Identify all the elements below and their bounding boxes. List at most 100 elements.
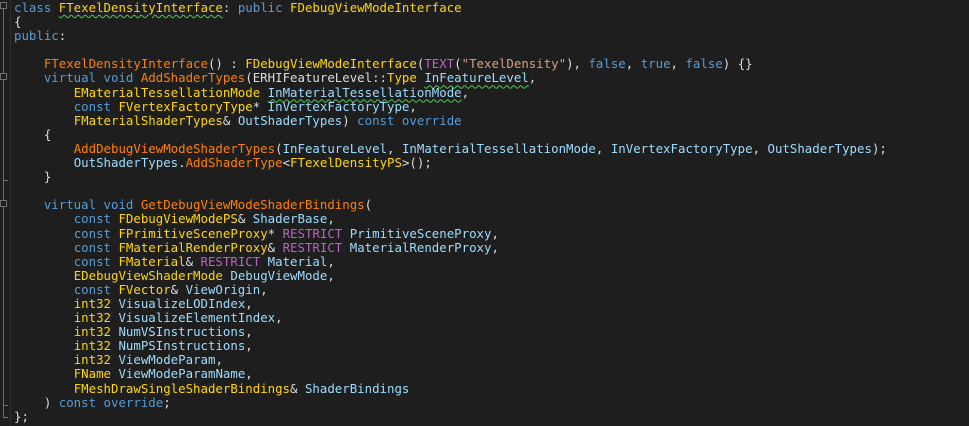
code-line[interactable]: const FMaterialRenderProxy& RESTRICT Mat… (14, 239, 887, 255)
code-token: ) (14, 394, 59, 410)
code-line[interactable]: } (14, 170, 887, 184)
code-token: & (267, 239, 283, 255)
code-text-area[interactable]: class FTexelDensityInterface: public FDe… (14, 0, 887, 424)
code-line[interactable] (14, 184, 887, 198)
code-line[interactable]: FMeshDrawSingleShaderBindings& ShaderBin… (14, 380, 887, 396)
code-token: ) (342, 112, 358, 128)
code-line[interactable]: int32 VisualizeLODIndex, (14, 295, 887, 311)
code-line[interactable]: public: (14, 29, 887, 43)
code-token: TEXT (424, 56, 455, 72)
code-token: FName (73, 366, 111, 382)
code-token: class (14, 0, 59, 15)
code-token: "TexelDensity" (461, 56, 567, 72)
code-line[interactable]: AddDebugViewModeShaderTypes(InFeatureLev… (14, 140, 887, 156)
code-token: ( (275, 140, 283, 156)
code-token: , (670, 56, 686, 72)
code-token: GetDebugViewModeShaderBindings (140, 197, 365, 213)
code-token: const override (357, 112, 462, 128)
code-line[interactable]: const FDebugViewModePS& ShaderBase, (14, 212, 887, 226)
code-line[interactable]: FName ViewModeParamName, (14, 367, 887, 381)
code-line[interactable]: int32 NumPSInstructions, (14, 339, 887, 353)
code-token: RESTRICT (282, 225, 343, 241)
code-line[interactable]: { (14, 127, 887, 142)
code-token: FVertexFactoryType (118, 98, 253, 114)
code-token: }; (14, 408, 29, 424)
code-token: , (491, 225, 499, 241)
code-token: InVertexFactoryType (610, 140, 753, 156)
fold-toggle-get-bindings[interactable] (0, 200, 7, 207)
code-editor[interactable]: class FTexelDensityInterface: public FDe… (0, 0, 969, 426)
code-line[interactable]: int32 NumVSInstructions, (14, 325, 887, 339)
code-token: , (595, 140, 611, 156)
code-line[interactable]: FMaterialShaderTypes& OutShaderTypes) co… (14, 112, 887, 128)
code-token: , (215, 352, 223, 368)
code-token: int32 (73, 310, 111, 326)
code-line[interactable]: int32 VisualizeElementIndex, (14, 311, 887, 325)
fold-gutter (0, 0, 11, 426)
code-token: EDebugViewShaderMode (73, 267, 223, 283)
code-line[interactable]: ) const override; (14, 394, 887, 410)
code-line[interactable]: class FTexelDensityInterface: public FDe… (14, 0, 887, 15)
code-token: NumPSInstructions (118, 338, 246, 354)
code-token: , (327, 267, 335, 283)
code-token: , (387, 140, 402, 156)
code-token: InFeatureLevel (282, 140, 388, 156)
code-line[interactable]: const FMaterial& RESTRICT Material, (14, 253, 887, 269)
code-token: int32 (73, 324, 111, 340)
code-token: OutShaderTypes (73, 155, 179, 171)
code-line[interactable] (14, 43, 887, 57)
code-line[interactable]: const FVertexFactoryType* InVertexFactor… (14, 98, 887, 114)
code-line[interactable]: EMaterialTessellationMode InMaterialTess… (14, 84, 887, 100)
fold-toggle-add-shader-types[interactable] (0, 73, 7, 80)
code-token: const (73, 281, 119, 297)
code-line[interactable]: EDebugViewShaderMode DebugViewMode, (14, 267, 887, 283)
code-token: NumVSInstructions (118, 324, 246, 340)
code-token: int32 (73, 338, 111, 354)
code-token: public (14, 28, 59, 44)
code-line[interactable]: OutShaderTypes.AddShaderType<FTexelDensi… (14, 155, 887, 171)
code-token: AddShaderType (185, 155, 283, 171)
code-line[interactable]: virtual void AddShaderTypes(ERHIFeatureL… (14, 71, 887, 85)
code-token: () : (207, 56, 246, 72)
code-token: * (252, 98, 268, 114)
code-token: ShaderBase (252, 211, 328, 227)
code-token: ; (163, 394, 171, 410)
code-token: RESTRICT (282, 239, 343, 255)
code-token: virtual void (43, 70, 141, 86)
code-line[interactable]: const FVector& ViewOrigin, (14, 281, 887, 297)
code-line[interactable]: virtual void GetDebugViewModeShaderBindi… (14, 198, 887, 212)
code-token: FMaterialRenderProxy (118, 239, 268, 255)
code-token: , (275, 310, 283, 326)
code-line[interactable]: int32 ViewModeParam, (14, 353, 887, 367)
code-token: ), (566, 56, 589, 72)
code-token: , (528, 70, 537, 86)
code-line[interactable]: FTexelDensityInterface() : FDebugViewMod… (14, 57, 887, 71)
code-token: & (290, 380, 305, 396)
code-token: virtual void (43, 197, 141, 213)
fold-toggle-class[interactable] (0, 2, 7, 9)
code-token: , (461, 84, 470, 100)
code-token: FVector (118, 281, 171, 297)
code-token: FTexelDensityPS (290, 155, 402, 171)
code-token: Material (267, 253, 328, 269)
code-token: int32 (73, 352, 111, 368)
code-line[interactable]: { (14, 15, 887, 29)
code-token: false (588, 56, 626, 72)
code-token: < (282, 155, 291, 171)
code-token: EMaterialTessellationMode (73, 84, 261, 100)
code-token: false (685, 56, 723, 72)
code-line[interactable]: const FPrimitiveSceneProxy* RESTRICT Pri… (14, 225, 887, 241)
code-token: , (245, 295, 253, 311)
fold-line-class (3, 5, 4, 417)
code-token: FDebugViewModePS (118, 211, 238, 227)
code-line[interactable]: }; (14, 408, 887, 424)
code-token: , (245, 324, 253, 340)
